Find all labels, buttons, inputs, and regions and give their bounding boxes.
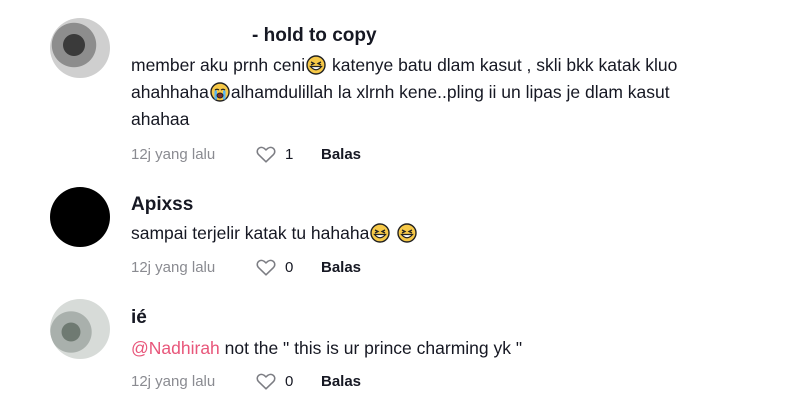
comment-text-part: sampai terjelir katak tu hahaha (131, 223, 370, 243)
avatar[interactable] (50, 187, 110, 247)
comment-timestamp: 12j yang lalu (131, 372, 216, 390)
grinning-squinting-face-icon (306, 55, 326, 75)
comment-text: member aku prnh ceni katenye batu dlam k… (131, 52, 771, 133)
avatar[interactable] (50, 18, 110, 78)
heart-outline-icon[interactable] (255, 370, 277, 392)
comment-timestamp: 12j yang lalu (131, 258, 216, 276)
comment-username[interactable]: Apixss (131, 194, 193, 216)
comment-meta: 12j yang lalu 0 Balas (131, 369, 361, 393)
comment-text-part: ahahaa (131, 109, 190, 129)
like-count: 0 (285, 372, 294, 390)
reply-button[interactable]: Balas (321, 146, 361, 163)
comment-meta: 12j yang lalu 1 Balas (131, 142, 361, 166)
reply-button[interactable]: Balas (321, 259, 361, 276)
grinning-squinting-face-icon (370, 223, 391, 243)
like-count: 1 (285, 145, 294, 163)
comment-meta: 12j yang lalu 0 Balas (131, 255, 361, 279)
comment-username[interactable]: ié (131, 307, 147, 329)
comment-item: Apixss sampai terjelir katak tu hahaha 1… (0, 175, 795, 290)
comment-text: @Nadhirah not the " this is ur prince ch… (131, 335, 771, 362)
comment-text-part: member aku prnh ceni (131, 55, 306, 75)
comment-item: - hold to copy member aku prnh ceni kate… (0, 0, 795, 175)
heart-outline-icon[interactable] (255, 143, 277, 165)
comment-text-part: alhamdulillah la xlrnh kene..pling ii un… (230, 82, 670, 102)
comment-text-part: ahahhaha (131, 82, 209, 102)
mention-link[interactable]: @Nadhirah (131, 338, 220, 358)
comment-username[interactable]: - hold to copy (252, 25, 377, 47)
heart-outline-icon[interactable] (255, 256, 277, 278)
comment-timestamp: 12j yang lalu (131, 145, 216, 163)
loudly-crying-face-icon (210, 82, 230, 102)
reply-button[interactable]: Balas (321, 373, 361, 390)
comment-item: ié @Nadhirah not the " this is ur prince… (0, 290, 795, 412)
avatar[interactable] (50, 299, 110, 359)
comment-text: sampai terjelir katak tu hahaha (131, 220, 771, 247)
comment-text-part: not the " this is ur prince charming yk … (219, 338, 523, 358)
comment-text-part: katenye batu dlam kasut , skli bkk katak… (327, 55, 678, 75)
grinning-squinting-face-icon (397, 223, 417, 243)
like-count: 0 (285, 258, 294, 276)
